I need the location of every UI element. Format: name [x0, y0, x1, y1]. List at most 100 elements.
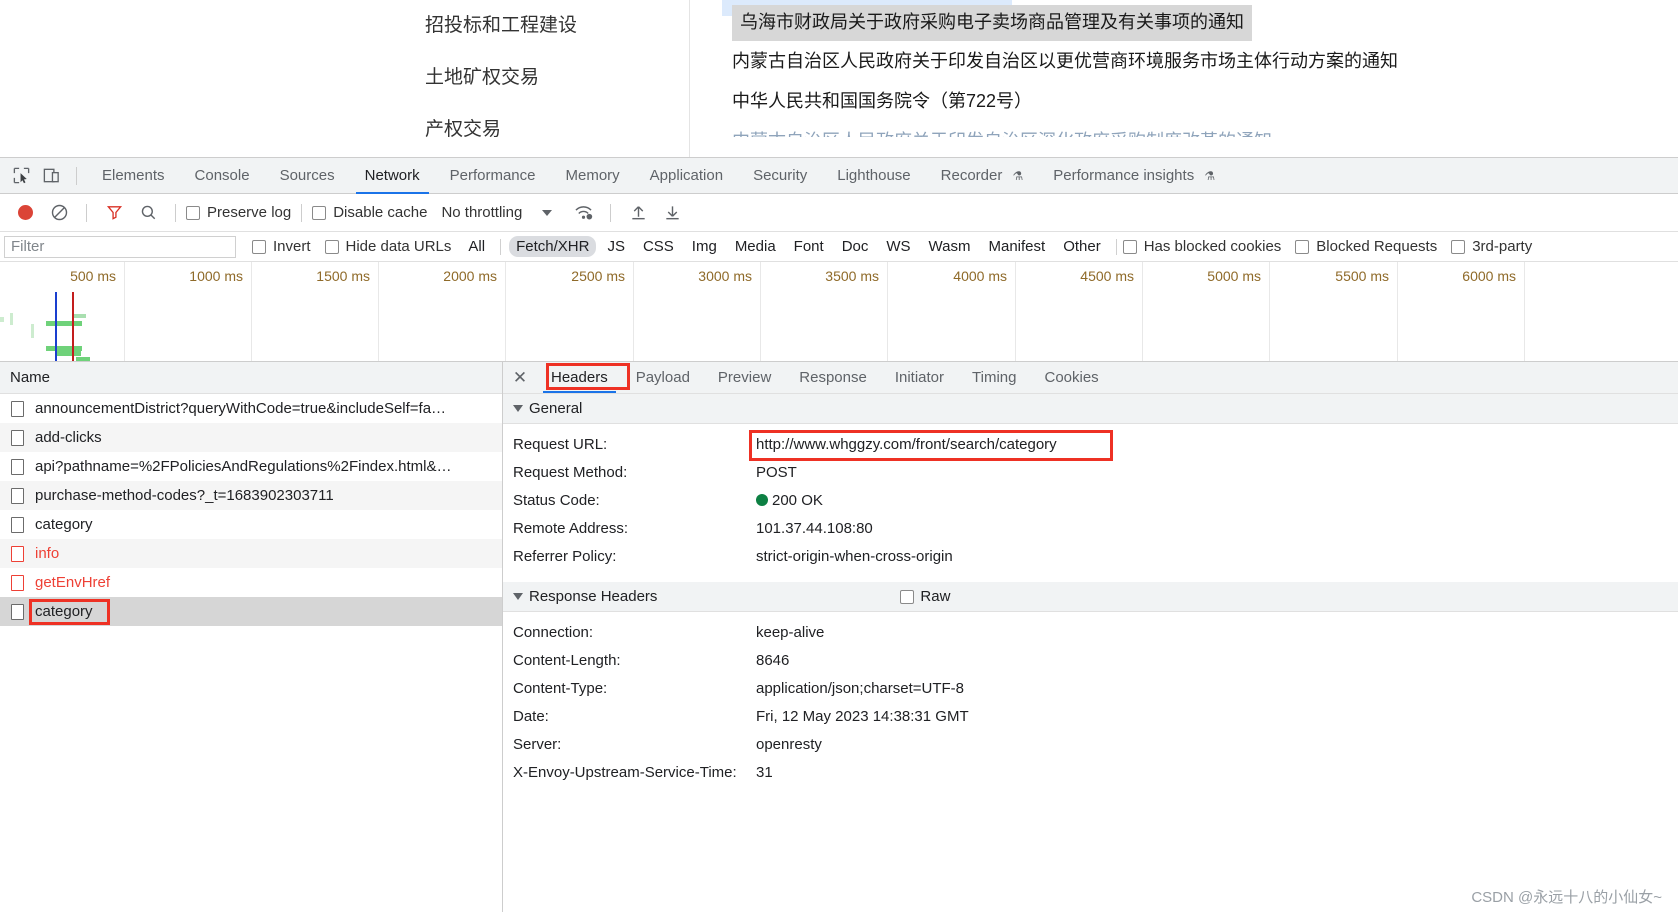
page-news-1[interactable]: 内蒙古自治区人民政府关于印发自治区以更优营商环境服务市场主体行动方案的通知	[691, 41, 1678, 81]
filter-icon[interactable]	[97, 199, 131, 227]
tab-performance-insights[interactable]: Performance insights ⚗	[1038, 158, 1230, 194]
invert-checkbox[interactable]: Invert	[252, 238, 311, 255]
request-name: category	[35, 603, 93, 620]
disable-cache-checkbox[interactable]: Disable cache	[312, 204, 427, 221]
tab-elements[interactable]: Elements	[87, 158, 180, 194]
network-overview-timeline[interactable]: 500 ms 1000 ms 1500 ms 2000 ms 2500 ms 3…	[0, 262, 1678, 362]
page-category-1[interactable]: 土地矿权交易	[352, 52, 689, 104]
filter-type-img[interactable]: Img	[685, 236, 724, 257]
page-category-0[interactable]: 招投标和工程建设	[352, 0, 689, 52]
request-name: announcementDistrict?queryWithCode=true&…	[35, 400, 447, 417]
table-row[interactable]: announcementDistrict?queryWithCode=true&…	[0, 394, 502, 423]
checkbox-box	[1451, 239, 1466, 254]
export-har-icon[interactable]	[655, 199, 689, 227]
filter-type-js[interactable]: JS	[600, 236, 632, 257]
tab-security[interactable]: Security	[738, 158, 822, 194]
third-party-checkbox[interactable]: 3rd-party	[1451, 238, 1532, 255]
header-key: Connection:	[513, 624, 594, 641]
detail-tab-payload[interactable]: Payload	[622, 362, 704, 393]
header-key: Server:	[513, 736, 562, 753]
filter-divider-2	[1115, 238, 1117, 255]
tab-console[interactable]: Console	[180, 158, 265, 194]
document-icon	[11, 487, 24, 504]
response-headers-section-header[interactable]: Response Headers Raw	[503, 582, 1678, 612]
detail-tab-response[interactable]: Response	[785, 362, 881, 393]
page-news-2[interactable]: 中华人民共和国国务院令（第722号）	[691, 81, 1678, 121]
page-category-2[interactable]: 产权交易	[352, 104, 689, 156]
preserve-log-checkbox[interactable]: Preserve log	[186, 204, 291, 221]
request-name: category	[35, 516, 93, 533]
tab-label: Memory	[565, 166, 620, 184]
filter-type-font[interactable]: Font	[787, 236, 831, 257]
table-row[interactable]: api?pathname=%2FPoliciesAndRegulations%2…	[0, 452, 502, 481]
detail-tab-headers[interactable]: Headers	[537, 362, 622, 393]
record-button[interactable]	[8, 199, 42, 227]
tab-label: Console	[194, 166, 250, 184]
filter-type-css[interactable]: CSS	[636, 236, 681, 257]
header-value: 8646	[756, 652, 790, 669]
detail-tab-timing[interactable]: Timing	[958, 362, 1030, 393]
wifi-icon[interactable]	[566, 199, 600, 227]
blocked-requests-checkbox[interactable]: Blocked Requests	[1295, 238, 1437, 255]
close-icon[interactable]: ✕	[503, 362, 537, 393]
table-row[interactable]: getEnvHref	[0, 568, 502, 597]
checkbox-box	[900, 589, 915, 604]
filter-type-all[interactable]: All	[461, 236, 492, 257]
status-ok-dot-icon	[756, 494, 768, 506]
table-row-selected[interactable]: category	[0, 597, 502, 626]
detail-tab-cookies[interactable]: Cookies	[1030, 362, 1112, 393]
table-row[interactable]: purchase-method-codes?_t=1683902303711	[0, 481, 502, 510]
checkbox-box	[252, 239, 266, 254]
device-toolbar-icon[interactable]	[36, 162, 66, 190]
raw-checkbox[interactable]: Raw	[900, 588, 950, 605]
page-category-column: 招投标和工程建设 土地矿权交易 产权交易	[352, 0, 1012, 157]
tab-label: Sources	[279, 166, 335, 184]
watermark: CSDN @永远十八的小仙女~	[1471, 889, 1662, 906]
detail-tab-preview[interactable]: Preview	[704, 362, 785, 393]
page-news-3[interactable]: 内蒙古自治区人民政府关于印发自治区深化政府采购制度改革的通知	[691, 121, 1678, 137]
overview-tick-1: 1000 ms	[189, 268, 243, 284]
filter-type-other[interactable]: Other	[1056, 236, 1108, 257]
page-news-0[interactable]: 乌海市财政局关于政府采购电子卖场商品管理及有关事项的通知	[732, 5, 1252, 41]
throttling-select[interactable]: No throttling	[441, 204, 522, 221]
filter-type-ws[interactable]: WS	[879, 236, 917, 257]
import-har-icon[interactable]	[621, 199, 655, 227]
clear-icon[interactable]	[42, 199, 76, 227]
header-value[interactable]: http://www.whggzy.com/front/search/categ…	[756, 436, 1057, 453]
request-name: getEnvHref	[35, 574, 111, 591]
search-icon[interactable]	[131, 199, 165, 227]
has-blocked-cookies-checkbox[interactable]: Has blocked cookies	[1122, 238, 1281, 255]
table-row[interactable]: add-clicks	[0, 423, 502, 452]
triangle-down-icon	[513, 593, 523, 600]
detail-tab-initiator[interactable]: Initiator	[881, 362, 958, 393]
filter-type-media[interactable]: Media	[728, 236, 783, 257]
overview-tick-7: 4000 ms	[953, 268, 1007, 284]
experiment-flask-icon: ⚗	[1204, 168, 1216, 183]
filter-input[interactable]	[4, 235, 236, 258]
tab-memory[interactable]: Memory	[551, 158, 635, 194]
filter-type-fetch-xhr[interactable]: Fetch/XHR	[509, 236, 597, 257]
header-value: Fri, 12 May 2023 14:38:31 GMT	[756, 708, 969, 725]
table-row[interactable]: category	[0, 510, 502, 539]
header-key: Content-Length:	[513, 652, 621, 669]
inspect-element-icon[interactable]	[6, 162, 36, 190]
document-icon	[11, 400, 24, 417]
header-row-request-url: Request URL: http://www.whggzy.com/front…	[503, 430, 1678, 461]
general-section-header[interactable]: General	[503, 394, 1678, 424]
filter-type-manifest[interactable]: Manifest	[982, 236, 1053, 257]
throttling-caret-down-icon[interactable]	[542, 209, 553, 216]
tab-label: Recorder	[940, 166, 1003, 184]
filter-type-doc[interactable]: Doc	[835, 236, 876, 257]
header-row-referrer-policy: Referrer Policy: strict-origin-when-cros…	[503, 545, 1678, 573]
request-column-header-name[interactable]: Name	[0, 362, 502, 394]
page-news-column: 乌海市财政局关于政府采购电子卖场商品管理及有关事项的通知 内蒙古自治区人民政府关…	[691, 0, 1678, 157]
filter-type-wasm[interactable]: Wasm	[922, 236, 978, 257]
tab-lighthouse[interactable]: Lighthouse	[822, 158, 925, 194]
tab-application[interactable]: Application	[635, 158, 738, 194]
tab-recorder[interactable]: Recorder ⚗	[926, 158, 1039, 194]
tab-network[interactable]: Network	[350, 158, 435, 194]
tab-sources[interactable]: Sources	[265, 158, 350, 194]
hide-data-urls-checkbox[interactable]: Hide data URLs	[324, 238, 451, 255]
table-row[interactable]: info	[0, 539, 502, 568]
tab-performance[interactable]: Performance	[435, 158, 551, 194]
